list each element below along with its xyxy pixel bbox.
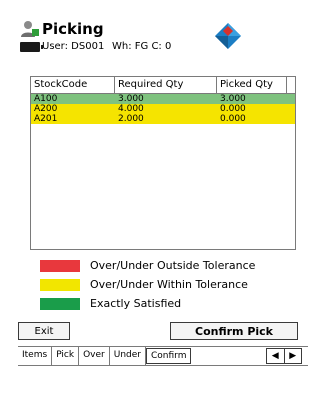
cell-stockcode: A201 [34,114,58,124]
legend-label-satisfied: Exactly Satisfied [90,297,182,310]
diamond-logo-icon [215,23,241,49]
tab-pick[interactable]: Pick [52,347,80,365]
header: Picking User: DS001 Wh: FG C: 0 [18,14,308,74]
tab-over[interactable]: Over [79,347,110,365]
cell-picked-qty: 3.000 [220,94,246,104]
cell-required-qty: 3.000 [118,94,144,104]
battery-icon [20,42,43,52]
table-row[interactable]: A100 3.000 3.000 [31,94,295,104]
color-legend: Over/Under Outside Tolerance Over/Under … [40,258,300,315]
cell-picked-qty: 0.000 [220,114,246,124]
cell-picked-qty: 0.000 [220,104,246,114]
picking-screen: Picking User: DS001 Wh: FG C: 0 StockCod… [18,14,308,382]
tab-scroll-control: ◀ ▶ [266,348,302,364]
legend-item-within: Over/Under Within Tolerance [40,277,300,296]
table-row[interactable]: A200 4.000 0.000 [31,104,295,114]
cell-stockcode: A100 [34,94,58,104]
scroll-left-icon[interactable]: ◀ [267,349,284,363]
app-title: Picking [42,20,104,38]
scroll-right-icon[interactable]: ▶ [283,349,302,363]
user-icon [21,21,39,37]
tab-under[interactable]: Under [109,347,146,365]
cell-required-qty: 4.000 [118,104,144,114]
swatch-satisfied [40,298,80,310]
legend-item-outside: Over/Under Outside Tolerance [40,258,300,277]
column-header-stockcode[interactable]: StockCode [31,77,115,93]
swatch-within [40,279,80,291]
swatch-outside [40,260,80,272]
legend-label-outside: Over/Under Outside Tolerance [90,259,256,272]
cell-required-qty: 2.000 [118,114,144,124]
user-label: User: DS001 [42,41,105,52]
tab-items[interactable]: Items [18,347,53,365]
column-header-required-qty[interactable]: Required Qty [115,77,217,93]
grid-header: StockCode Required Qty Picked Qty [31,77,295,94]
cell-stockcode: A200 [34,104,58,114]
tab-confirm[interactable]: Confirm [145,348,192,364]
legend-label-within: Over/Under Within Tolerance [90,278,248,291]
stock-grid[interactable]: StockCode Required Qty Picked Qty A100 3… [30,76,296,250]
exit-button[interactable]: Exit [18,322,70,340]
column-header-picked-qty[interactable]: Picked Qty [217,77,287,93]
table-row[interactable]: A201 2.000 0.000 [31,114,295,124]
legend-item-satisfied: Exactly Satisfied [40,296,300,315]
tab-bar: Items Pick Over Under Confirm ◀ ▶ [18,346,308,366]
warehouse-label: Wh: FG C: 0 [112,41,172,52]
confirm-pick-button[interactable]: Confirm Pick [170,322,298,340]
